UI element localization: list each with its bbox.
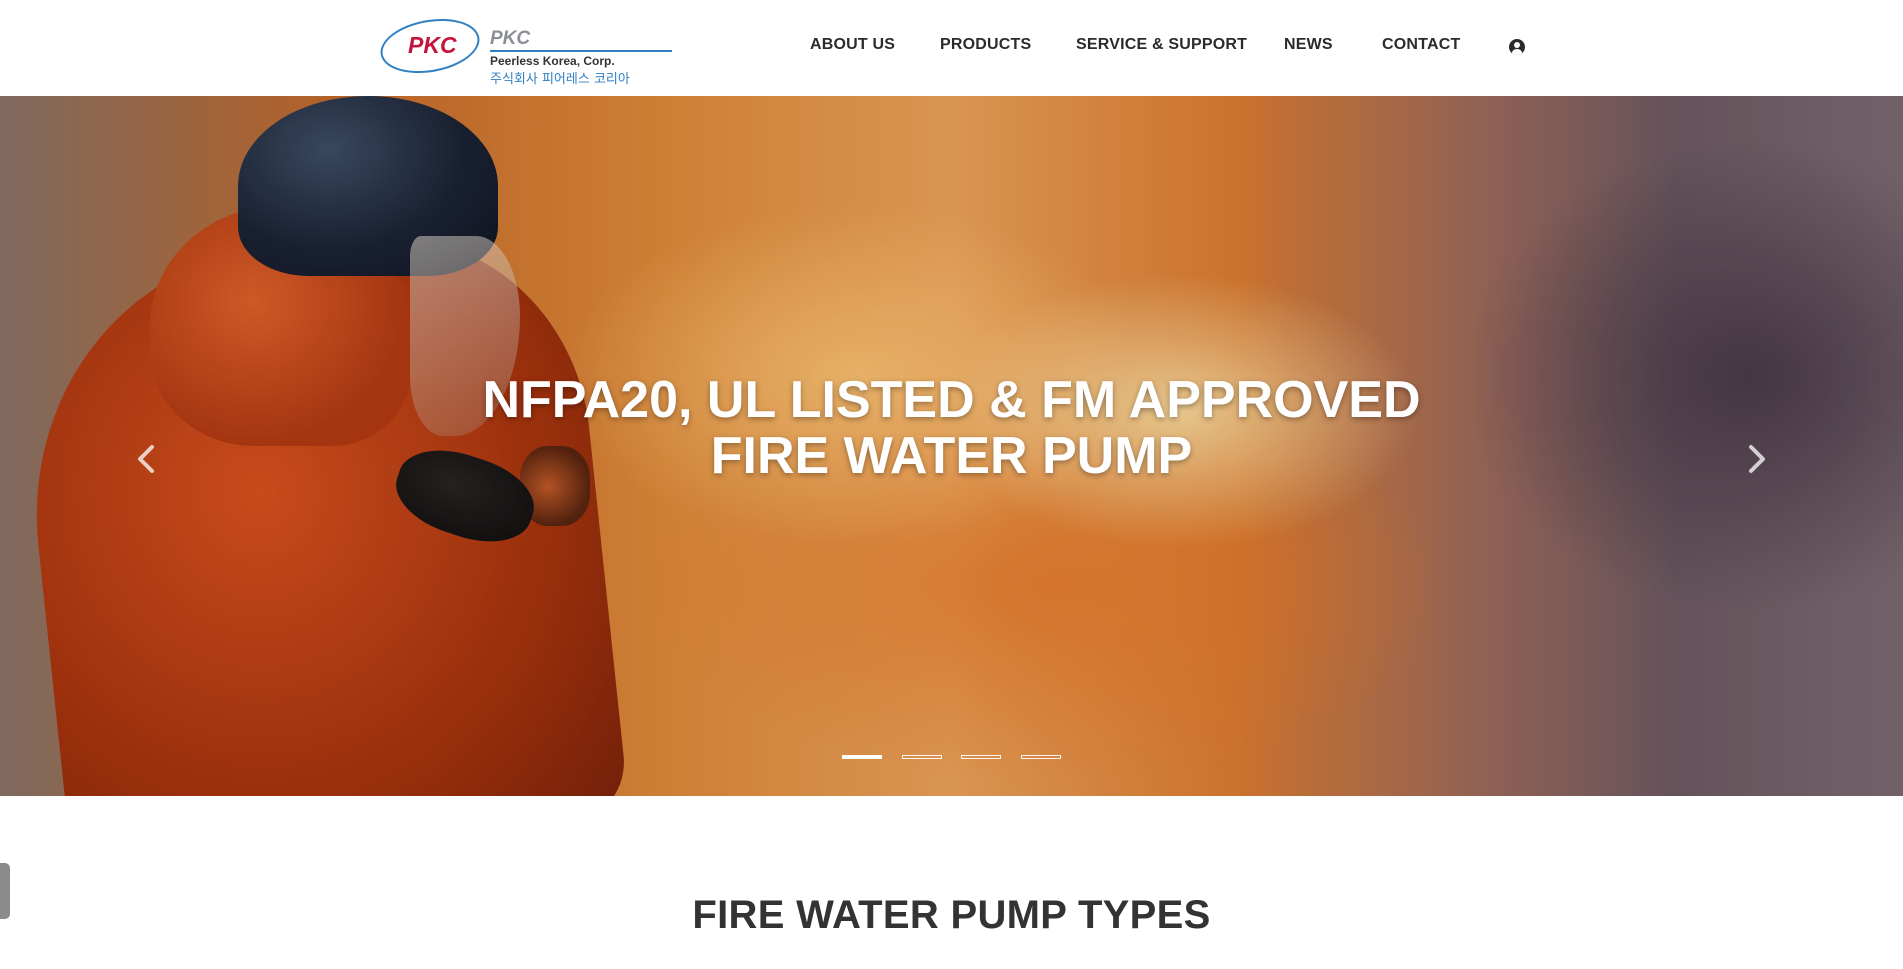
hero-title: NFPA20, UL LISTED & FM APPROVED FIRE WAT… (0, 372, 1903, 484)
carousel-indicators (0, 755, 1903, 763)
nav-news[interactable]: NEWS (1284, 36, 1333, 54)
chevron-right-icon (1749, 445, 1765, 473)
carousel-prev-button[interactable] (132, 439, 162, 479)
carousel-indicator-2[interactable] (902, 755, 942, 759)
nav-service-support[interactable]: SERVICE & SUPPORT (1076, 36, 1247, 54)
nav-products[interactable]: PRODUCTS (940, 36, 1031, 54)
logo-korean-name: 주식회사 피어레스 코리아 (490, 72, 630, 87)
site-header: PKC PKC Peerless Korea, Corp. 주식회사 피어레스 … (0, 0, 1903, 96)
nav-about-us[interactable]: ABOUT US (810, 36, 895, 54)
user-icon-body (1512, 49, 1522, 55)
carousel-indicator-3[interactable] (961, 755, 1001, 759)
hero-carousel: NFPA20, UL LISTED & FM APPROVED FIRE WAT… (0, 96, 1903, 796)
main-nav: ABOUT US PRODUCTS SERVICE & SUPPORT NEWS… (0, 36, 1903, 60)
hero-title-line1: NFPA20, UL LISTED & FM APPROVED (482, 371, 1421, 429)
carousel-indicator-1[interactable] (842, 755, 882, 759)
user-circle-icon[interactable] (1509, 39, 1525, 55)
user-icon-head (1514, 42, 1520, 48)
carousel-next-button[interactable] (1741, 439, 1771, 479)
chevron-left-icon (138, 445, 154, 473)
hero-title-line2: FIRE WATER PUMP (710, 427, 1193, 485)
nav-contact[interactable]: CONTACT (1382, 36, 1460, 54)
section-title: FIRE WATER PUMP TYPES (692, 893, 1211, 937)
carousel-indicator-4[interactable] (1021, 755, 1061, 759)
